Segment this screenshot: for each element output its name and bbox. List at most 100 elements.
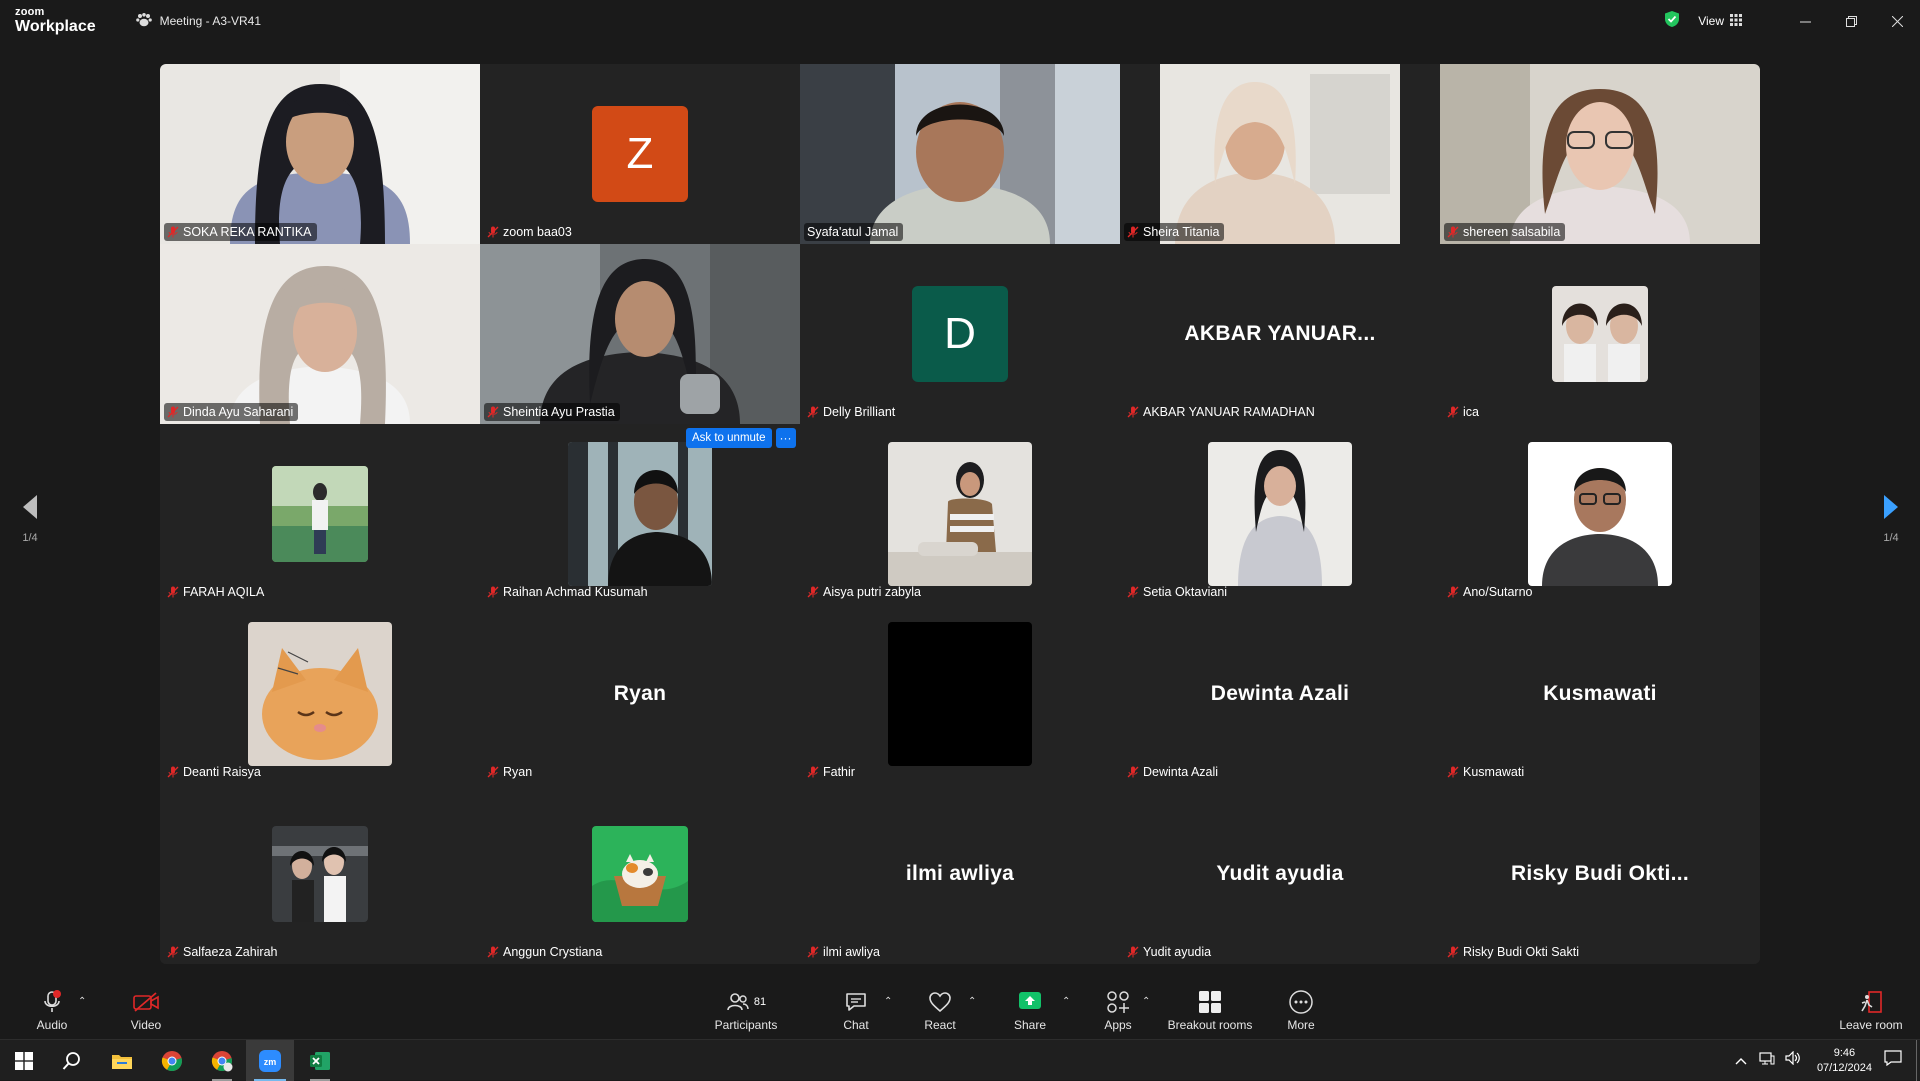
- minimize-button[interactable]: [1782, 0, 1828, 42]
- participant-display-name: Dewinta Azali: [1210, 682, 1350, 705]
- chat-button[interactable]: Chat: [836, 980, 876, 1039]
- participant-tile[interactable]: Anggun Crystiana: [480, 784, 800, 964]
- react-button[interactable]: React: [920, 980, 960, 1039]
- mic-muted-icon: [807, 946, 819, 958]
- react-options-caret-icon[interactable]: ⌃: [968, 996, 976, 1007]
- taskbar-search-button[interactable]: [48, 1040, 96, 1081]
- participant-tile[interactable]: Aisya putri zabyla: [800, 424, 1120, 604]
- participant-tile[interactable]: shereen salsabila: [1440, 64, 1760, 244]
- volume-icon[interactable]: [1785, 1050, 1801, 1070]
- chat-options-caret-icon[interactable]: ⌃: [884, 996, 892, 1007]
- mic-muted-icon: [487, 226, 499, 238]
- next-page-button[interactable]: 1/4: [1871, 494, 1911, 544]
- audio-button[interactable]: Audio: [30, 980, 74, 1039]
- participant-name-label: ilmi awliya: [804, 943, 885, 961]
- title-bar: zoom Workplace Meeting - A3-VR41 View: [0, 0, 1920, 42]
- taskbar-zoom[interactable]: zm: [246, 1040, 294, 1081]
- chat-label: Chat: [843, 1017, 869, 1032]
- apps-label: Apps: [1104, 1017, 1132, 1032]
- participants-button[interactable]: 81 Participants: [708, 980, 784, 1039]
- taskbar-file-explorer[interactable]: [98, 1040, 146, 1081]
- close-button[interactable]: [1874, 0, 1920, 42]
- participant-tile[interactable]: D Delly Brilliant: [800, 244, 1120, 424]
- audio-options-caret-icon[interactable]: ⌃: [78, 996, 86, 1007]
- participant-tile[interactable]: Raihan Achmad Kusumah: [480, 424, 800, 604]
- participant-profile-picture: [248, 622, 392, 766]
- video-off-icon: [132, 988, 160, 1016]
- participant-name: Deanti Raisya: [183, 765, 261, 779]
- taskbar-clock[interactable]: 9:46 07/12/2024: [1817, 1046, 1872, 1076]
- mic-muted-icon: [807, 586, 819, 598]
- apps-options-caret-icon[interactable]: ⌃: [1142, 996, 1150, 1007]
- participant-tile[interactable]: Risky Budi Okti... Risky Budi Okti Sakti: [1440, 784, 1760, 964]
- mic-muted-icon: [487, 406, 499, 418]
- participant-tile[interactable]: ilmi awliya ilmi awliya: [800, 784, 1120, 964]
- folder-icon: [112, 1054, 132, 1069]
- previous-page-button[interactable]: 1/4: [10, 494, 50, 544]
- participant-tile[interactable]: Kusmawati Kusmawati: [1440, 604, 1760, 784]
- taskbar-chrome[interactable]: [148, 1040, 196, 1081]
- participant-display-name: ilmi awliya: [905, 862, 1015, 885]
- network-icon[interactable]: [1759, 1051, 1775, 1070]
- participant-tile[interactable]: Deanti Raisya: [160, 604, 480, 784]
- participant-tile[interactable]: Fathir: [800, 604, 1120, 784]
- participant-name: Yudit ayudia: [1143, 945, 1212, 959]
- chat-icon: [844, 988, 868, 1016]
- meeting-toolbar: Audio ⌃ Video 81 Participants Chat ⌃ Rea…: [0, 980, 1920, 1039]
- notifications-icon[interactable]: [1884, 1050, 1902, 1071]
- share-button[interactable]: Share: [1010, 980, 1050, 1039]
- taskbar-excel[interactable]: [296, 1040, 344, 1081]
- participant-profile-picture: [592, 826, 688, 922]
- logo-workplace-text: Workplace: [15, 18, 96, 35]
- excel-icon: [310, 1051, 330, 1070]
- participant-display-name: Yudit ayudia: [1216, 862, 1344, 885]
- participant-video: [800, 64, 1120, 244]
- participant-tile[interactable]: Sheintia Ayu Prastia: [480, 244, 800, 424]
- ask-to-unmute-button[interactable]: Ask to unmute: [686, 428, 772, 448]
- participant-profile-picture: [1528, 442, 1672, 586]
- apps-icon: [1106, 988, 1130, 1016]
- participant-profile-picture: [272, 466, 368, 562]
- participant-tile[interactable]: Dinda Ayu Saharani: [160, 244, 480, 424]
- participant-name-label: ica: [1444, 403, 1484, 421]
- encryption-shield-icon[interactable]: [1664, 10, 1680, 33]
- more-options-button[interactable]: ···: [775, 428, 796, 448]
- active-speaker-tile[interactable]: Syafa'atul Jamal: [800, 64, 1120, 244]
- participant-name-label: Salfaeza Zahirah: [164, 943, 283, 961]
- participant-tile[interactable]: Salfaeza Zahirah: [160, 784, 480, 964]
- participant-tile[interactable]: Setia Oktaviani: [1120, 424, 1440, 604]
- audio-label: Audio: [36, 1017, 68, 1032]
- participant-tile[interactable]: Dewinta Azali Dewinta Azali: [1120, 604, 1440, 784]
- participant-tile[interactable]: AKBAR YANUAR... AKBAR YANUAR RAMADHAN: [1120, 244, 1440, 424]
- participant-display-name: AKBAR YANUAR...: [1184, 322, 1376, 345]
- participant-tile[interactable]: Z zoom baa03: [480, 64, 800, 244]
- windows-start-button[interactable]: [0, 1040, 48, 1081]
- ask-to-unmute-popover: Ask to unmute ···: [686, 428, 796, 448]
- participant-tile[interactable]: Ryan Ryan: [480, 604, 800, 784]
- paw-icon: [135, 12, 152, 30]
- participant-tile[interactable]: Ano/Sutarno: [1440, 424, 1760, 604]
- restore-button[interactable]: [1828, 0, 1874, 42]
- show-desktop-button[interactable]: [1916, 1040, 1920, 1081]
- share-options-caret-icon[interactable]: ⌃: [1062, 996, 1070, 1007]
- view-button[interactable]: View: [1698, 13, 1742, 29]
- participant-tile[interactable]: Yudit ayudia Yudit ayudia: [1120, 784, 1440, 964]
- participant-tile[interactable]: SOKA REKA RANTIKA: [160, 64, 480, 244]
- breakout-rooms-button[interactable]: Breakout rooms: [1164, 980, 1256, 1039]
- apps-button[interactable]: Apps: [1098, 980, 1138, 1039]
- participant-tile[interactable]: ica: [1440, 244, 1760, 424]
- taskbar-chrome-profile[interactable]: [198, 1040, 246, 1081]
- participant-tile[interactable]: Sheira Titania: [1120, 64, 1440, 244]
- mic-muted-icon: [167, 586, 179, 598]
- participant-name: Ryan: [503, 765, 533, 779]
- show-hidden-icons-chevron-icon[interactable]: [1735, 1052, 1747, 1070]
- leave-room-label: Leave room: [1839, 1017, 1903, 1032]
- more-label: More: [1287, 1017, 1315, 1032]
- participant-name: FARAH AQILA: [183, 585, 265, 599]
- mic-muted-icon: [1447, 586, 1459, 598]
- participant-tile[interactable]: FARAH AQILA: [160, 424, 480, 604]
- leave-room-button[interactable]: Leave room: [1836, 980, 1906, 1039]
- more-button[interactable]: More: [1281, 980, 1321, 1039]
- participant-name-label: Ryan: [484, 763, 537, 781]
- video-button[interactable]: Video: [126, 980, 166, 1039]
